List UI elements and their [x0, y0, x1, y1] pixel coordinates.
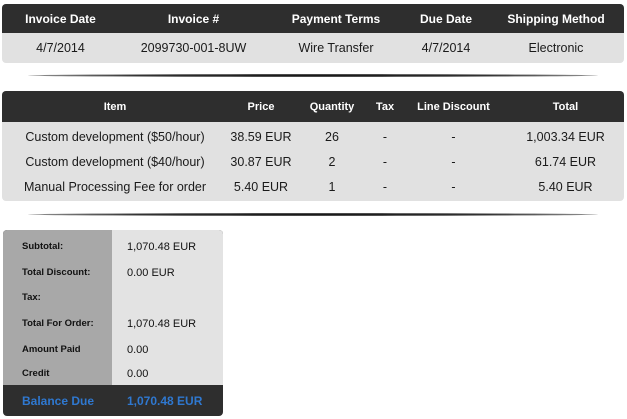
line-discount-cell: -: [451, 179, 456, 194]
total-for-order-value: 1,070.48 EUR: [127, 317, 197, 330]
table-row: Custom development ($50/hour) 38.59 EUR …: [2, 124, 624, 149]
credit-label: Credit: [22, 368, 50, 379]
item-cell: Custom development ($40/hour): [25, 154, 205, 169]
tax-cell: -: [382, 129, 388, 144]
total-for-order-label: Total For Order:: [22, 318, 94, 329]
tax-label: Tax:: [22, 292, 41, 303]
table-row: Manual Processing Fee for order 5.40 EUR…: [2, 174, 624, 199]
quantity-cell: 26: [325, 129, 339, 144]
total-for-order-row: Total For Order: 1,070.48 EUR: [3, 311, 223, 336]
invoice-number-value: 2099730-001-8UW: [140, 41, 247, 55]
amount-paid-label: Amount Paid: [22, 344, 81, 355]
due-date-header: Due Date: [419, 11, 472, 26]
invoice-info-row: 4/7/2014 2099730-001-8UW Wire Transfer 4…: [2, 33, 624, 63]
invoice-info-table: Invoice Date Invoice # Payment Terms Due…: [2, 4, 624, 63]
total-cell: 1,003.34 EUR: [526, 129, 605, 144]
credit-row: Credit 0.00: [3, 361, 223, 386]
total-discount-row: Total Discount: 0.00 EUR: [3, 260, 223, 285]
line-items-table: Item Price Quantity Tax Line Discount To…: [2, 91, 624, 201]
tax-cell: -: [382, 179, 388, 194]
invoice-number-header: Invoice #: [167, 11, 220, 26]
table-row: Custom development ($40/hour) 30.87 EUR …: [2, 149, 624, 174]
balance-due-label: Balance Due: [22, 394, 95, 408]
price-header: Price: [247, 100, 275, 113]
total-cell: 5.40 EUR: [538, 179, 593, 194]
due-date-value: 4/7/2014: [421, 41, 471, 55]
subtotal-value: 1,070.48 EUR: [127, 240, 197, 253]
section-divider-shadow: [28, 74, 598, 77]
balance-due-value: 1,070.48 EUR: [127, 394, 203, 408]
section-divider-shadow: [28, 213, 598, 216]
line-discount-cell: -: [451, 154, 456, 169]
price-cell: 30.87 EUR: [230, 154, 292, 169]
invoice-date-header: Invoice Date: [25, 11, 96, 26]
credit-value: 0.00: [127, 367, 149, 380]
item-header: Item: [103, 100, 127, 113]
line-items-header: Item Price Quantity Tax Line Discount To…: [2, 91, 624, 122]
amount-paid-value: 0.00: [127, 343, 149, 356]
price-cell: 38.59 EUR: [230, 129, 292, 144]
balance-due-row: Balance Due 1,070.48 EUR: [3, 386, 223, 416]
payment-terms-value: Wire Transfer: [298, 41, 374, 55]
shipping-method-header: Shipping Method: [507, 11, 605, 26]
total-discount-value: 0.00 EUR: [127, 266, 175, 279]
subtotal-row: Subtotal: 1,070.48 EUR: [3, 234, 223, 259]
quantity-cell: 1: [328, 179, 336, 194]
total-header: Total: [552, 100, 579, 113]
quantity-cell: 2: [328, 154, 336, 169]
tax-cell: -: [382, 154, 388, 169]
tax-header: Tax: [375, 100, 395, 113]
tax-row: Tax:: [3, 285, 223, 310]
amount-paid-row: Amount Paid 0.00: [3, 337, 223, 362]
price-cell: 5.40 EUR: [233, 179, 289, 194]
line-discount-header: Line Discount: [417, 100, 490, 113]
item-cell: Custom development ($50/hour): [25, 129, 205, 144]
total-cell: 61.74 EUR: [534, 154, 597, 169]
payment-terms-header: Payment Terms: [291, 11, 381, 26]
line-discount-cell: -: [451, 129, 456, 144]
shipping-method-value: Electronic: [528, 41, 584, 55]
totals-box: Subtotal: 1,070.48 EUR Total Discount: 0…: [3, 230, 223, 416]
total-discount-label: Total Discount:: [22, 267, 91, 278]
invoice-info-header: Invoice Date Invoice # Payment Terms Due…: [2, 4, 624, 33]
subtotal-label: Subtotal:: [22, 241, 64, 252]
quantity-header: Quantity: [309, 100, 355, 113]
invoice-date-value: 4/7/2014: [36, 41, 85, 55]
item-cell: Manual Processing Fee for order: [23, 179, 207, 194]
